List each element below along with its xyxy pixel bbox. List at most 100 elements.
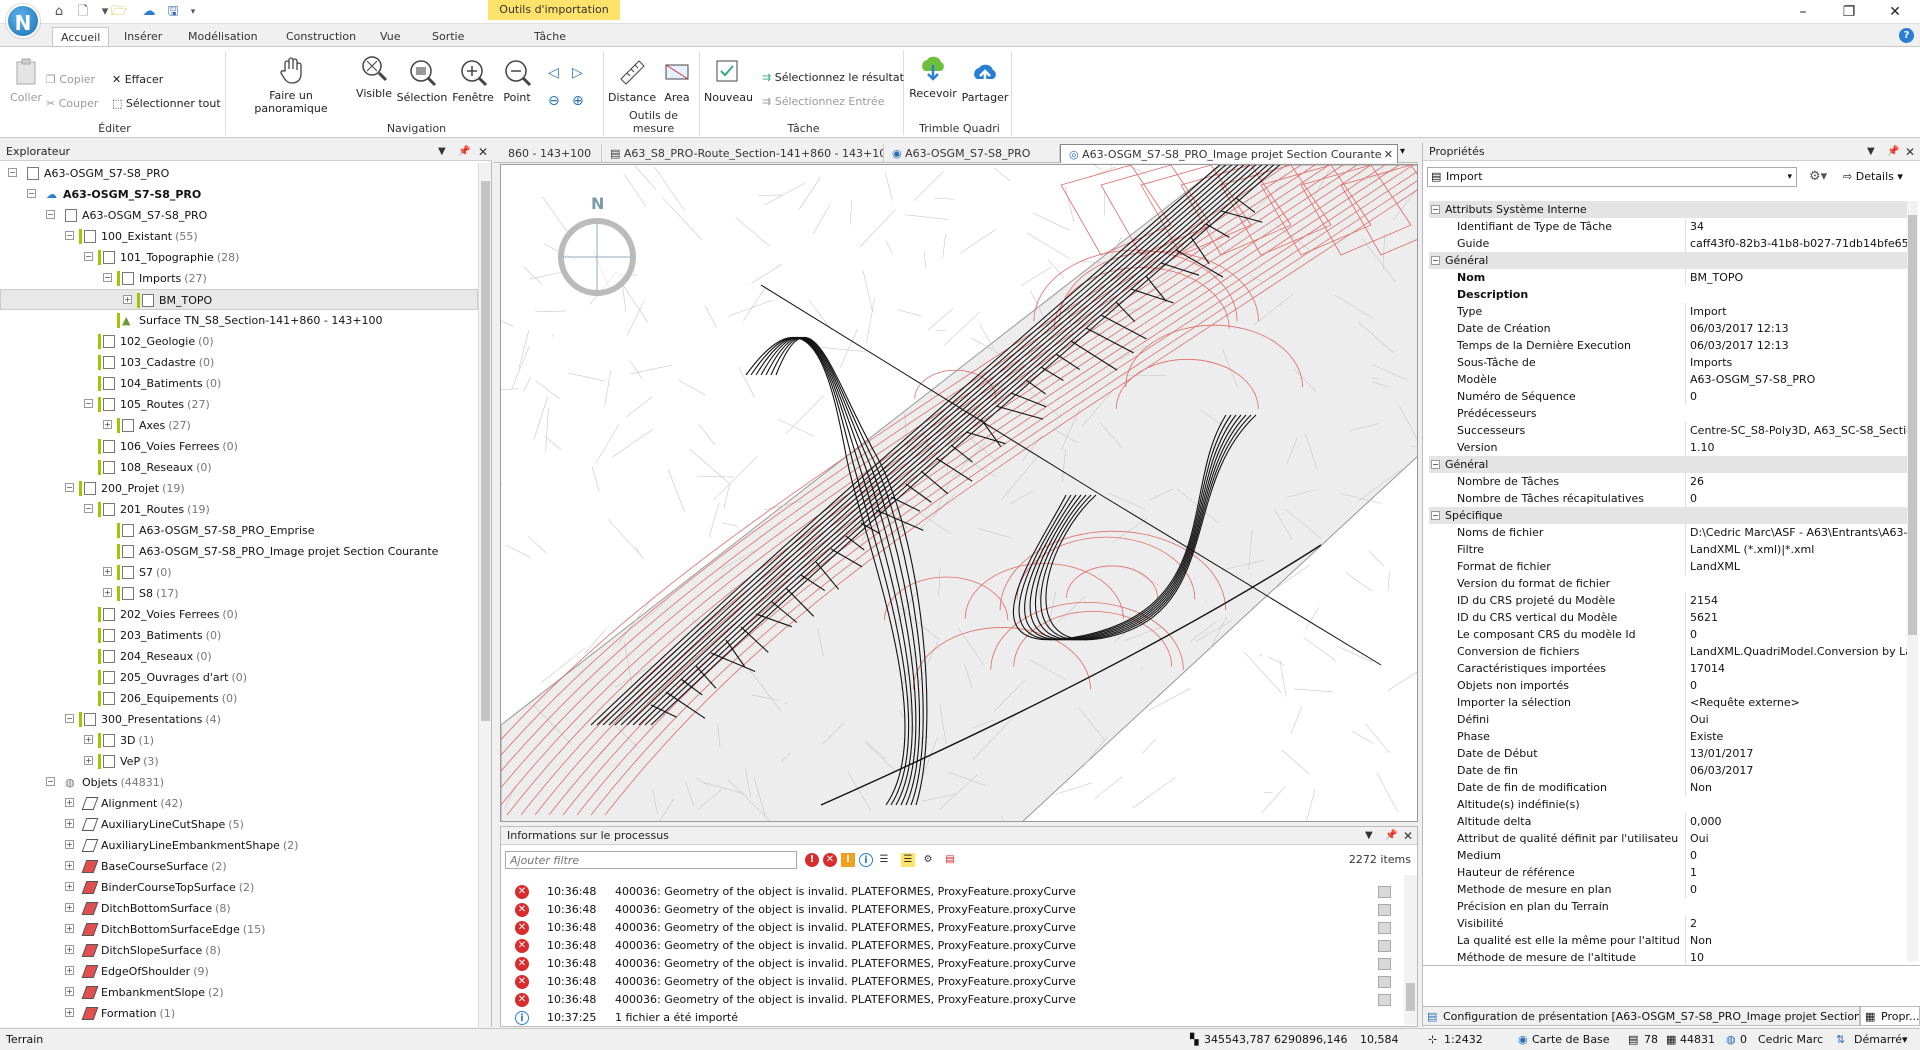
log-row[interactable]: ✕ 10:36:48 400036: Geometry of the object … bbox=[501, 991, 1399, 1009]
expand-icon[interactable]: + bbox=[103, 588, 112, 597]
tree-item[interactable]: 106_Voies Ferrees (0) bbox=[0, 436, 478, 457]
property-value[interactable]: LandXML (*.xml)|*.xml bbox=[1685, 541, 1907, 558]
save-icon[interactable]: 🖫 bbox=[164, 3, 182, 21]
collapse-icon[interactable]: − bbox=[65, 483, 74, 492]
property-row[interactable]: La qualité est elle la même pour l'altit… bbox=[1429, 932, 1907, 949]
tree-item[interactable]: + BaseCourseSurface (2) bbox=[0, 856, 478, 877]
close-panel-icon[interactable]: ✕ bbox=[1905, 143, 1915, 161]
property-row[interactable]: Guide caff43f0-82b3-41b8-b027-71db14bfe65… bbox=[1429, 235, 1907, 252]
collapse-icon[interactable]: − bbox=[1431, 256, 1440, 265]
expand-icon[interactable]: + bbox=[65, 1008, 74, 1017]
tree-item[interactable]: 108_Reseaux (0) bbox=[0, 457, 478, 478]
property-value[interactable]: 06/03/2017 12:13 bbox=[1685, 337, 1907, 354]
expand-icon[interactable]: + bbox=[65, 945, 74, 954]
property-row[interactable]: Défini Oui bbox=[1429, 711, 1907, 728]
log-row[interactable]: ✕ 10:36:48 400036: Geometry of the object … bbox=[501, 919, 1399, 937]
close-tab-icon[interactable]: ✕ bbox=[1384, 145, 1393, 163]
tree-item[interactable]: 206_Equipements (0) bbox=[0, 688, 478, 709]
property-value[interactable]: Centre-SC_S8-Poly3D, A63_SC-S8_Sectio... bbox=[1685, 422, 1907, 439]
pin-icon[interactable]: 📌 bbox=[458, 143, 470, 161]
new-task-button[interactable]: Nouveau bbox=[704, 57, 753, 104]
property-row[interactable]: Noms de fichier D:\Cedric Marc\ASF - A63\… bbox=[1429, 524, 1907, 541]
tree-item[interactable]: 204_Reseaux (0) bbox=[0, 646, 478, 667]
property-row[interactable]: Conversion de fichiers LandXML.QuadriMode… bbox=[1429, 643, 1907, 660]
property-row[interactable]: Description bbox=[1429, 286, 1907, 303]
warning-filter-icon[interactable]: ! bbox=[841, 853, 855, 867]
properties-scrollbar[interactable] bbox=[1907, 201, 1918, 961]
tree-item[interactable]: + DitchBottomSurface (8) bbox=[0, 898, 478, 919]
property-row[interactable]: Nombre de Tâches 26 bbox=[1429, 473, 1907, 490]
zoom-to-object-icon[interactable] bbox=[1378, 886, 1391, 898]
property-row[interactable]: Nombre de Tâches récapitulatives 0 bbox=[1429, 490, 1907, 507]
property-value[interactable]: caff43f0-82b3-41b8-b027-71db14bfe659 bbox=[1685, 235, 1907, 252]
property-value[interactable]: D:\Cedric Marc\ASF - A63\Entrants\A63-..… bbox=[1685, 524, 1907, 541]
property-row[interactable]: Le composant CRS du modèle Id 0 bbox=[1429, 626, 1907, 643]
property-row[interactable]: Date de fin 06/03/2017 bbox=[1429, 762, 1907, 779]
map-viewport[interactable]: N bbox=[500, 164, 1418, 822]
scrollbar-thumb[interactable] bbox=[481, 181, 490, 721]
expand-icon[interactable]: + bbox=[123, 295, 132, 304]
property-row[interactable]: Format de fichier LandXML bbox=[1429, 558, 1907, 575]
property-row[interactable]: Methode de mesure en plan 0 bbox=[1429, 881, 1907, 898]
filter-input[interactable] bbox=[505, 851, 797, 869]
expand-icon[interactable]: + bbox=[103, 420, 112, 429]
property-row[interactable]: Précision en plan du Terrain bbox=[1429, 898, 1907, 915]
collapse-icon[interactable]: − bbox=[84, 399, 93, 408]
tree-item[interactable]: + Alignment (42) bbox=[0, 793, 478, 814]
property-row[interactable]: Version du format de fichier bbox=[1429, 575, 1907, 592]
property-row[interactable]: Visibilité 2 bbox=[1429, 915, 1907, 932]
property-value[interactable]: 26 bbox=[1685, 473, 1907, 490]
tree-item[interactable]: 104_Batiments (0) bbox=[0, 373, 478, 394]
property-value[interactable]: Existe bbox=[1685, 728, 1907, 745]
property-value[interactable]: Non bbox=[1685, 932, 1907, 949]
tree-item[interactable]: 205_Ouvrages d'art (0) bbox=[0, 667, 478, 688]
status-dropdown-icon[interactable]: ▾ bbox=[1902, 1029, 1908, 1050]
expand-icon[interactable]: + bbox=[65, 882, 74, 891]
minimize-button[interactable]: – bbox=[1788, 2, 1818, 22]
property-row[interactable]: Altitude delta 0,000 bbox=[1429, 813, 1907, 830]
expand-icon[interactable]: + bbox=[65, 819, 74, 828]
property-row[interactable]: Date de Début 13/01/2017 bbox=[1429, 745, 1907, 762]
property-row[interactable]: Date de Création 06/03/2017 12:13 bbox=[1429, 320, 1907, 337]
property-row[interactable]: ID du CRS projeté du Modèle 2154 bbox=[1429, 592, 1907, 609]
doc-tab[interactable]: ▤ A63_S8_PRO-Route_Section-141+860 - 143… bbox=[602, 144, 884, 163]
status-scale[interactable]: 1:2432 bbox=[1444, 1029, 1483, 1050]
select-input-button[interactable]: ⇉ Sélectionnez Entrée bbox=[762, 95, 884, 108]
tree-item[interactable]: − 101_Topographie (28) bbox=[0, 247, 478, 268]
property-row[interactable]: Identifiant de Type de Tâche 34 bbox=[1429, 218, 1907, 235]
expand-icon[interactable]: + bbox=[84, 735, 93, 744]
details-button[interactable]: ⇨ Details ▾ bbox=[1843, 170, 1903, 183]
tree-item[interactable]: 203_Batiments (0) bbox=[0, 625, 478, 646]
pin-icon[interactable]: 📌 bbox=[1385, 827, 1397, 845]
tree-item[interactable]: − 201_Routes (19) bbox=[0, 499, 478, 520]
zoom-in-icon[interactable]: ⊕ bbox=[572, 93, 584, 109]
log-scrollbar[interactable] bbox=[1404, 875, 1417, 1025]
property-category[interactable]: − Attributs Système Interne bbox=[1429, 201, 1907, 218]
collapse-icon[interactable]: − bbox=[84, 504, 93, 513]
property-value[interactable]: Oui bbox=[1685, 711, 1907, 728]
property-row[interactable]: Type Import bbox=[1429, 303, 1907, 320]
property-category[interactable]: − Général bbox=[1429, 252, 1907, 269]
receive-button[interactable]: Recevoir bbox=[908, 53, 958, 100]
property-row[interactable]: Modèle A63-OSGM_S7-S8_PRO bbox=[1429, 371, 1907, 388]
property-value[interactable]: LandXML.QuadriModel.Conversion by La... bbox=[1685, 643, 1907, 660]
zoom-window-button[interactable]: Fenêtre bbox=[450, 57, 496, 104]
tree-item[interactable]: − 200_Projet (19) bbox=[0, 478, 478, 499]
distance-button[interactable]: Distance bbox=[608, 57, 656, 104]
expand-icon[interactable]: + bbox=[65, 987, 74, 996]
zoom-out-icon[interactable]: ⊖ bbox=[548, 93, 560, 109]
tree-item[interactable]: − ◍ Objets (44831) bbox=[0, 772, 478, 793]
property-value[interactable]: 10 bbox=[1685, 949, 1907, 966]
back-arrow-icon[interactable]: ◁ bbox=[548, 65, 559, 81]
tree-item[interactable]: + S8 (17) bbox=[0, 583, 478, 604]
property-value[interactable]: 17014 bbox=[1685, 660, 1907, 677]
customize-toolbar-icon[interactable]: ▾ bbox=[184, 3, 202, 21]
tree-item[interactable]: + DitchSlopeSurface (8) bbox=[0, 940, 478, 961]
error-filter-icon[interactable]: ! bbox=[805, 853, 819, 867]
expand-icon[interactable]: + bbox=[103, 567, 112, 576]
tree-item[interactable]: + Axes (27) bbox=[0, 415, 478, 436]
new-file-icon[interactable]: 🗋 bbox=[74, 3, 92, 21]
tree-item[interactable]: + EmbankmentSlope (2) bbox=[0, 982, 478, 1003]
tab-properties[interactable]: ▦ Propr... bbox=[1860, 1006, 1920, 1026]
property-row[interactable]: Attribut de qualité définit par l'utilis… bbox=[1429, 830, 1907, 847]
